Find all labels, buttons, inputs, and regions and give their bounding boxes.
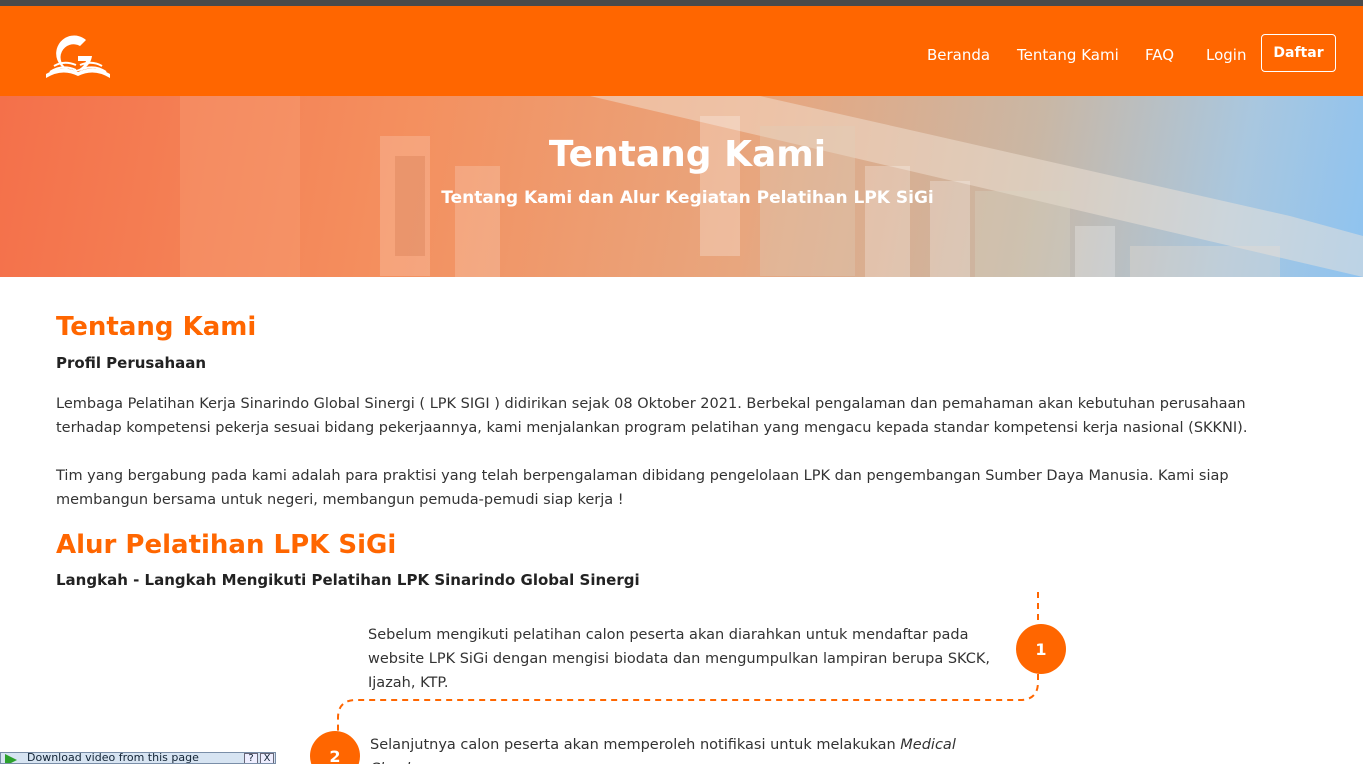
step-2-text: Selanjutnya calon peserta akan memperole… xyxy=(370,733,1010,764)
hero-subtitle: Tentang Kami dan Alur Kegiatan Pelatihan… xyxy=(441,188,934,208)
company-profile-subheading: Profil Perusahaan xyxy=(56,354,207,372)
hero-banner: Tentang Kami Tentang Kami dan Alur Kegia… xyxy=(0,96,1363,277)
nav-faq[interactable]: FAQ xyxy=(1145,46,1174,64)
nav-tentang-kami[interactable]: Tentang Kami xyxy=(1017,46,1119,64)
nav-beranda[interactable]: Beranda xyxy=(927,46,990,64)
nav-login[interactable]: Login xyxy=(1206,46,1246,64)
hero-title: Tentang Kami xyxy=(548,134,827,175)
play-icon xyxy=(5,754,17,763)
register-button[interactable]: Daftar xyxy=(1261,34,1336,72)
step-1-text: Sebelum mengikuti pelatihan calon pesert… xyxy=(368,627,991,691)
site-logo[interactable] xyxy=(42,34,114,84)
training-flow-heading: Alur Pelatihan LPK SiGi xyxy=(56,530,397,560)
building-background-image xyxy=(180,96,1363,277)
close-button[interactable]: X xyxy=(260,753,274,763)
training-steps-subheading: Langkah - Langkah Mengikuti Pelatihan LP… xyxy=(56,571,640,589)
step-2-text-start: Selanjutnya calon peserta akan memperole… xyxy=(370,737,901,753)
about-paragraph: Tim yang bergabung pada kami adalah para… xyxy=(56,468,1229,508)
navbar: Beranda Tentang Kami FAQ Login Daftar xyxy=(0,6,1363,96)
book-g-logo-icon xyxy=(46,35,110,78)
help-button[interactable]: ? xyxy=(244,753,258,763)
about-paragraph: Lembaga Pelatihan Kerja Sinarindo Global… xyxy=(56,396,1248,436)
download-video-toolbar[interactable]: Download video from this page ? X xyxy=(0,752,276,764)
step-1-badge: 1 xyxy=(1016,624,1066,674)
training-timeline: Sebelum mengikuti pelatihan calon pesert… xyxy=(0,590,1363,764)
download-video-label[interactable]: Download video from this page xyxy=(27,753,199,763)
about-heading: Tentang Kami xyxy=(56,312,257,342)
